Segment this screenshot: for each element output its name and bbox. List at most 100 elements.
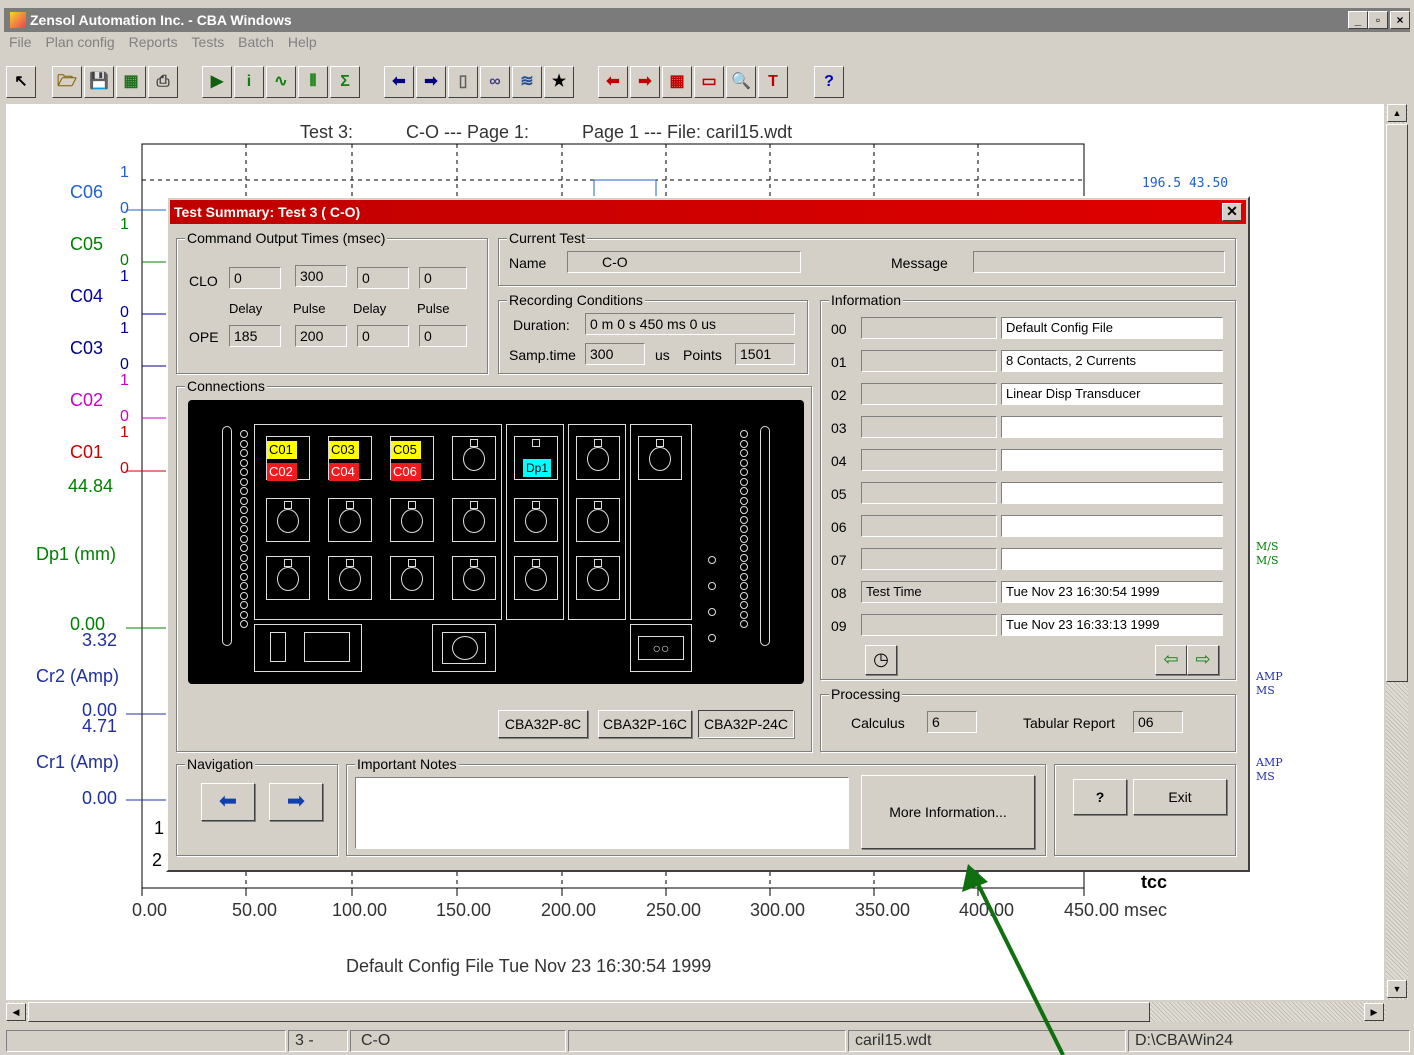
- info-row-value[interactable]: 8 Contacts, 2 Currents: [1001, 350, 1223, 372]
- clo-delay-2[interactable]: 0: [357, 267, 409, 289]
- info-row-value[interactable]: Tue Nov 23 16:33:13 1999: [1001, 614, 1223, 636]
- scroll-left-button[interactable]: ◀: [6, 1003, 26, 1021]
- waveform-icon[interactable]: ∿: [266, 66, 296, 98]
- connector-slot[interactable]: [266, 498, 310, 542]
- info-row-key[interactable]: [861, 548, 997, 570]
- slot-c05-c06[interactable]: C05 C06: [390, 436, 434, 481]
- clock-icon[interactable]: ◷: [865, 645, 897, 675]
- pulse-icon[interactable]: ⫴: [298, 66, 328, 98]
- minimize-button[interactable]: _: [1348, 11, 1368, 29]
- connector-slot[interactable]: [514, 498, 558, 542]
- info-row-value[interactable]: [1001, 416, 1223, 438]
- info-row-value[interactable]: Tue Nov 23 16:30:54 1999: [1001, 581, 1223, 603]
- info-row-value[interactable]: [1001, 515, 1223, 537]
- info-row-key[interactable]: [861, 350, 997, 372]
- ope-pulse-2[interactable]: 0: [419, 325, 467, 347]
- signal-icon[interactable]: ≋: [512, 66, 542, 98]
- connector-slot[interactable]: [266, 556, 310, 600]
- clo-pulse-2[interactable]: 0: [419, 267, 467, 289]
- info-row-key[interactable]: [861, 416, 997, 438]
- grid-icon[interactable]: ▦: [662, 66, 692, 98]
- save-icon[interactable]: 💾: [84, 66, 114, 98]
- connector-slot[interactable]: [452, 498, 496, 542]
- info-row-value[interactable]: [1001, 482, 1223, 504]
- info-row-key[interactable]: [861, 482, 997, 504]
- info-row-key[interactable]: Test Time: [861, 581, 997, 603]
- ope-pulse-1[interactable]: 200: [295, 325, 347, 347]
- connector-slot[interactable]: [452, 556, 496, 600]
- nav-next-button[interactable]: ➡: [269, 783, 323, 821]
- points-field[interactable]: 1501: [735, 343, 795, 365]
- menu-help[interactable]: Help: [288, 34, 317, 50]
- info-row-value[interactable]: Default Config File: [1001, 317, 1223, 339]
- samp-time-field[interactable]: 300: [585, 343, 645, 365]
- menu-tests[interactable]: Tests: [192, 34, 225, 50]
- exit-button[interactable]: Exit: [1133, 779, 1227, 815]
- more-information-button[interactable]: More Information...: [861, 775, 1035, 849]
- next-arrow-button[interactable]: ⇨: [1187, 645, 1219, 675]
- info-icon[interactable]: i: [234, 66, 264, 98]
- info-row-value[interactable]: Linear Disp Transducer: [1001, 383, 1223, 405]
- connector-slot[interactable]: [328, 556, 372, 600]
- message-field[interactable]: [973, 251, 1225, 273]
- help-button[interactable]: ?: [1073, 779, 1127, 815]
- connector-slot[interactable]: [514, 556, 558, 600]
- connector-slot[interactable]: [576, 436, 620, 480]
- runner-icon[interactable]: ★: [544, 66, 574, 98]
- prev-arrow-button[interactable]: ⇦: [1155, 645, 1187, 675]
- connector-slot[interactable]: [328, 498, 372, 542]
- binoculars-icon[interactable]: ∞: [480, 66, 510, 98]
- model-cba32p-8c-button[interactable]: CBA32P-8C: [498, 710, 588, 738]
- red-left-icon[interactable]: ⬅: [598, 66, 628, 98]
- calculus-field[interactable]: 6: [927, 711, 977, 733]
- connector-slot[interactable]: [576, 498, 620, 542]
- info-row-key[interactable]: [861, 515, 997, 537]
- help-icon[interactable]: ?: [814, 66, 844, 98]
- vertical-scrollbar[interactable]: ▲ ▼: [1386, 104, 1408, 1000]
- info-row-value[interactable]: [1001, 449, 1223, 471]
- connector-slot[interactable]: [638, 436, 682, 480]
- connector-slot[interactable]: [390, 498, 434, 542]
- slot-dp1[interactable]: Dp1: [514, 436, 558, 480]
- arrow-left-icon[interactable]: ⬅: [384, 66, 414, 98]
- model-cba32p-24c-button[interactable]: CBA32P-24C: [698, 710, 794, 738]
- sigma-icon[interactable]: Σ: [330, 66, 360, 98]
- info-row-key[interactable]: [861, 614, 997, 636]
- menu-reports[interactable]: Reports: [129, 34, 178, 50]
- tabular-report-field[interactable]: 06: [1133, 711, 1183, 733]
- important-notes-textarea[interactable]: [355, 777, 849, 849]
- config-icon[interactable]: ▦: [116, 66, 146, 98]
- print-icon[interactable]: ⎙: [148, 66, 178, 98]
- open-folder-icon[interactable]: 🗁: [52, 66, 82, 98]
- clo-pulse-1[interactable]: 300: [295, 265, 347, 287]
- nav-prev-button[interactable]: ⬅: [201, 783, 255, 821]
- info-row-value[interactable]: [1001, 548, 1223, 570]
- connector-slot[interactable]: [390, 556, 434, 600]
- maximize-button[interactable]: ▫: [1368, 11, 1388, 29]
- close-button[interactable]: ×: [1390, 11, 1410, 29]
- info-row-key[interactable]: [861, 383, 997, 405]
- ope-delay-2[interactable]: 0: [357, 325, 409, 347]
- scroll-down-button[interactable]: ▼: [1387, 980, 1407, 998]
- scroll-right-button[interactable]: ▶: [1364, 1003, 1384, 1021]
- arrow-right-icon[interactable]: ➡: [416, 66, 446, 98]
- test-name-field[interactable]: C-O: [567, 251, 801, 273]
- slot-c01-c02[interactable]: C01 C02: [266, 436, 310, 481]
- vertical-scroll-thumb[interactable]: [1386, 124, 1408, 682]
- text-icon[interactable]: T: [758, 66, 788, 98]
- slot-c03-c04[interactable]: C03 C04: [328, 436, 372, 481]
- connector-slot[interactable]: [452, 436, 496, 480]
- ope-delay-1[interactable]: 185: [229, 325, 281, 347]
- run-icon[interactable]: ▶: [202, 66, 232, 98]
- menu-plan-config[interactable]: Plan config: [45, 34, 114, 50]
- connector-slot[interactable]: [576, 556, 620, 600]
- duration-field[interactable]: 0 m 0 s 450 ms 0 us: [585, 313, 795, 335]
- dialog-close-button[interactable]: ✕: [1222, 203, 1242, 221]
- red-right-icon[interactable]: ➡: [630, 66, 660, 98]
- menu-file[interactable]: File: [9, 34, 32, 50]
- info-row-key[interactable]: [861, 317, 997, 339]
- scroll-up-button[interactable]: ▲: [1387, 104, 1407, 122]
- horizontal-scrollbar[interactable]: ◀ ▶: [6, 1002, 1386, 1022]
- info-row-key[interactable]: [861, 449, 997, 471]
- clo-delay-1[interactable]: 0: [229, 267, 281, 289]
